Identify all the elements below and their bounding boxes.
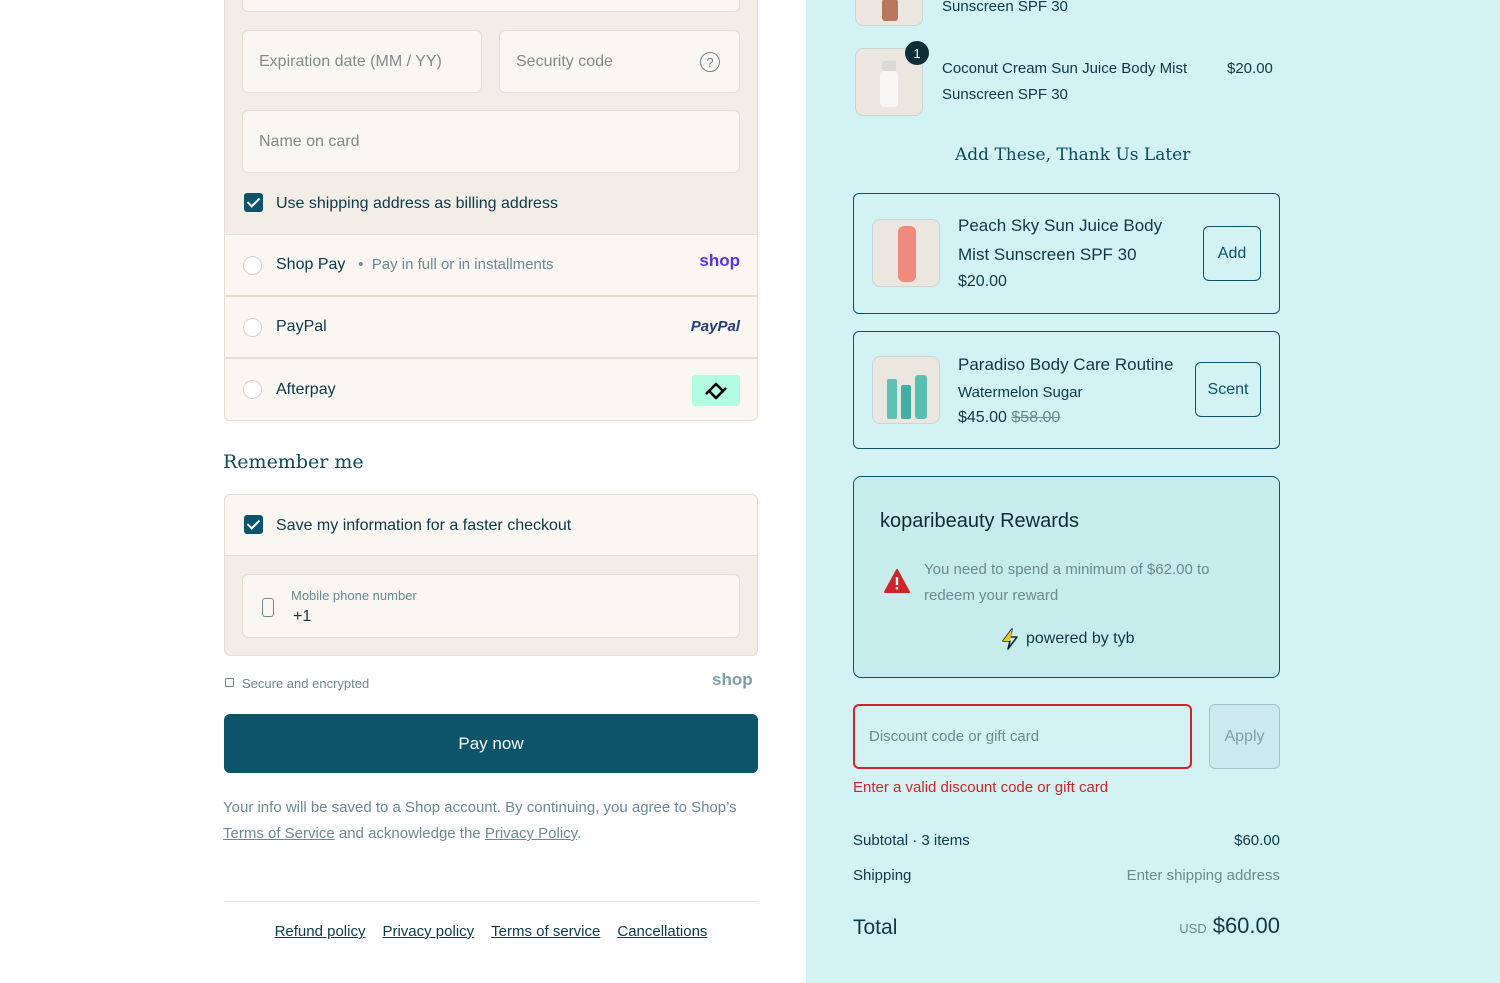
refund-policy-link[interactable]: Refund policy	[275, 923, 366, 940]
add-upsell-button[interactable]: Add	[1203, 226, 1261, 281]
remember-me-heading: Remember me	[223, 451, 364, 473]
radio-paypal[interactable]	[243, 318, 262, 337]
paypal-label: PayPal	[276, 318, 327, 335]
mobile-phone-value: +1	[293, 608, 312, 625]
legal-text: Your info will be saved to a Shop accoun…	[223, 795, 763, 847]
cart-item-price: $20.00	[1227, 60, 1273, 77]
shop-pay-text: Shop Pay • Pay in full or in installment…	[276, 256, 554, 274]
upsell-price: $20.00	[958, 273, 1007, 290]
bottle-image	[901, 385, 911, 419]
shipping-value: Enter shipping address	[1126, 867, 1280, 884]
paypal-logo: PayPal	[690, 318, 740, 335]
quantity-badge: 1	[905, 41, 929, 65]
upsell-variant: Watermelon Sugar	[958, 384, 1083, 401]
bottle-image	[915, 375, 927, 419]
product-thumbnail	[872, 356, 940, 424]
discount-error-text: Enter a valid discount code or gift card	[853, 779, 1109, 796]
footer-terms-of-service-link[interactable]: Terms of service	[491, 923, 600, 940]
security-code-placeholder: Security code	[516, 52, 613, 70]
shop-pay-sub: Pay in full or in installments	[371, 256, 554, 273]
top-item-name-partial: Sunscreen SPF 30	[942, 0, 1068, 15]
product-thumbnail	[855, 0, 923, 26]
bottle-image	[882, 0, 898, 21]
total-amount: USD $60.00	[1179, 913, 1280, 939]
afterpay-icon	[692, 375, 740, 406]
rewards-title: koparibeauty Rewards	[880, 510, 1079, 532]
bottle-image	[882, 61, 896, 71]
discount-code-input[interactable]: Discount code or gift card	[853, 704, 1192, 769]
legal-end: .	[577, 825, 582, 842]
bottle-image	[887, 379, 897, 419]
cart-item-name-line1: Coconut Cream Sun Juice Body Mist	[942, 60, 1188, 77]
expiration-date-field[interactable]: Expiration date (MM / YY)	[242, 30, 482, 93]
subtotal-label: Subtotal · 3 items	[853, 832, 970, 849]
billing-address-label: Use shipping address as billing address	[276, 195, 558, 212]
mobile-phone-label: Mobile phone number	[291, 588, 417, 603]
footer-privacy-policy-link[interactable]: Privacy policy	[382, 923, 474, 940]
product-thumbnail	[872, 219, 940, 287]
rewards-message-line2: redeem your reward	[924, 587, 1059, 604]
pay-now-button[interactable]: Pay now	[224, 714, 758, 773]
upsell-price: $45.00	[958, 409, 1007, 426]
expiration-placeholder: Expiration date (MM / YY)	[259, 52, 442, 70]
payment-method-shop-pay[interactable]: Shop Pay • Pay in full or in installment…	[224, 234, 758, 296]
upsell-title-line1: Paradiso Body Care Routine	[958, 355, 1174, 374]
discount-placeholder: Discount code or gift card	[869, 728, 1040, 745]
help-icon[interactable]: ?	[700, 52, 720, 72]
footer-divider	[224, 901, 758, 902]
radio-afterpay[interactable]	[243, 380, 262, 399]
mobile-phone-field[interactable]: Mobile phone number +1	[242, 574, 740, 638]
card-number-field[interactable]	[242, 0, 740, 12]
upsell-heading: Add These, Thank Us Later	[955, 145, 1191, 165]
checkout-main: Expiration date (MM / YY) Security code …	[0, 0, 806, 983]
shop-pay-label: Shop Pay	[276, 256, 346, 273]
footer-links: Refund policy Privacy policy Terms of se…	[224, 923, 758, 940]
phone-icon	[262, 598, 274, 617]
cancellations-link[interactable]: Cancellations	[617, 923, 707, 940]
legal-part1: Your info will be saved to a Shop accoun…	[223, 799, 737, 816]
name-on-card-placeholder: Name on card	[259, 132, 360, 150]
currency-code: USD	[1179, 921, 1207, 936]
total-value: $60.00	[1212, 913, 1280, 938]
upsell-price-line: $45.00 $58.00	[958, 409, 1060, 427]
shop-secure-logo: shop	[712, 670, 753, 689]
payment-method-paypal[interactable]: PayPal PayPal	[224, 296, 758, 358]
secure-text: Secure and encrypted	[242, 676, 370, 691]
cart-item-name-line2: Sunscreen SPF 30	[942, 86, 1068, 103]
shop-logo: shop	[699, 251, 740, 270]
bottle-body	[880, 71, 898, 107]
lightning-icon	[1000, 628, 1020, 655]
payment-method-afterpay[interactable]: Afterpay	[224, 358, 758, 421]
upsell-compare-price: $58.00	[1011, 409, 1061, 426]
bottle-image	[898, 226, 916, 282]
subtotal-value: $60.00	[1234, 832, 1280, 849]
apply-discount-button[interactable]: Apply	[1209, 704, 1280, 769]
rewards-message-line1: You need to spend a minimum of $62.00 to	[924, 561, 1210, 578]
privacy-policy-link[interactable]: Privacy Policy	[485, 825, 577, 842]
afterpay-label: Afterpay	[276, 380, 336, 398]
upsell-title-line1: Peach Sky Sun Juice Body	[958, 216, 1163, 235]
powered-by-text: powered by tyb	[1026, 630, 1135, 647]
legal-part2: and acknowledge the	[338, 825, 481, 842]
terms-of-service-link[interactable]: Terms of Service	[223, 825, 335, 842]
shipping-label: Shipping	[853, 867, 912, 884]
upsell-title-line2: Mist Sunscreen SPF 30	[958, 245, 1137, 264]
scent-upsell-button[interactable]: Scent	[1195, 362, 1261, 417]
name-on-card-field[interactable]: Name on card	[242, 110, 740, 173]
total-label: Total	[853, 916, 898, 939]
save-info-label: Save my information for a faster checkou…	[276, 517, 572, 534]
radio-shop-pay[interactable]	[243, 256, 262, 275]
dot-separator: •	[349, 256, 372, 273]
security-code-field[interactable]: Security code ?	[499, 30, 740, 93]
save-info-checkbox[interactable]	[244, 515, 263, 534]
lock-icon	[225, 678, 234, 687]
billing-address-checkbox[interactable]	[244, 193, 263, 212]
warning-icon	[883, 568, 911, 599]
